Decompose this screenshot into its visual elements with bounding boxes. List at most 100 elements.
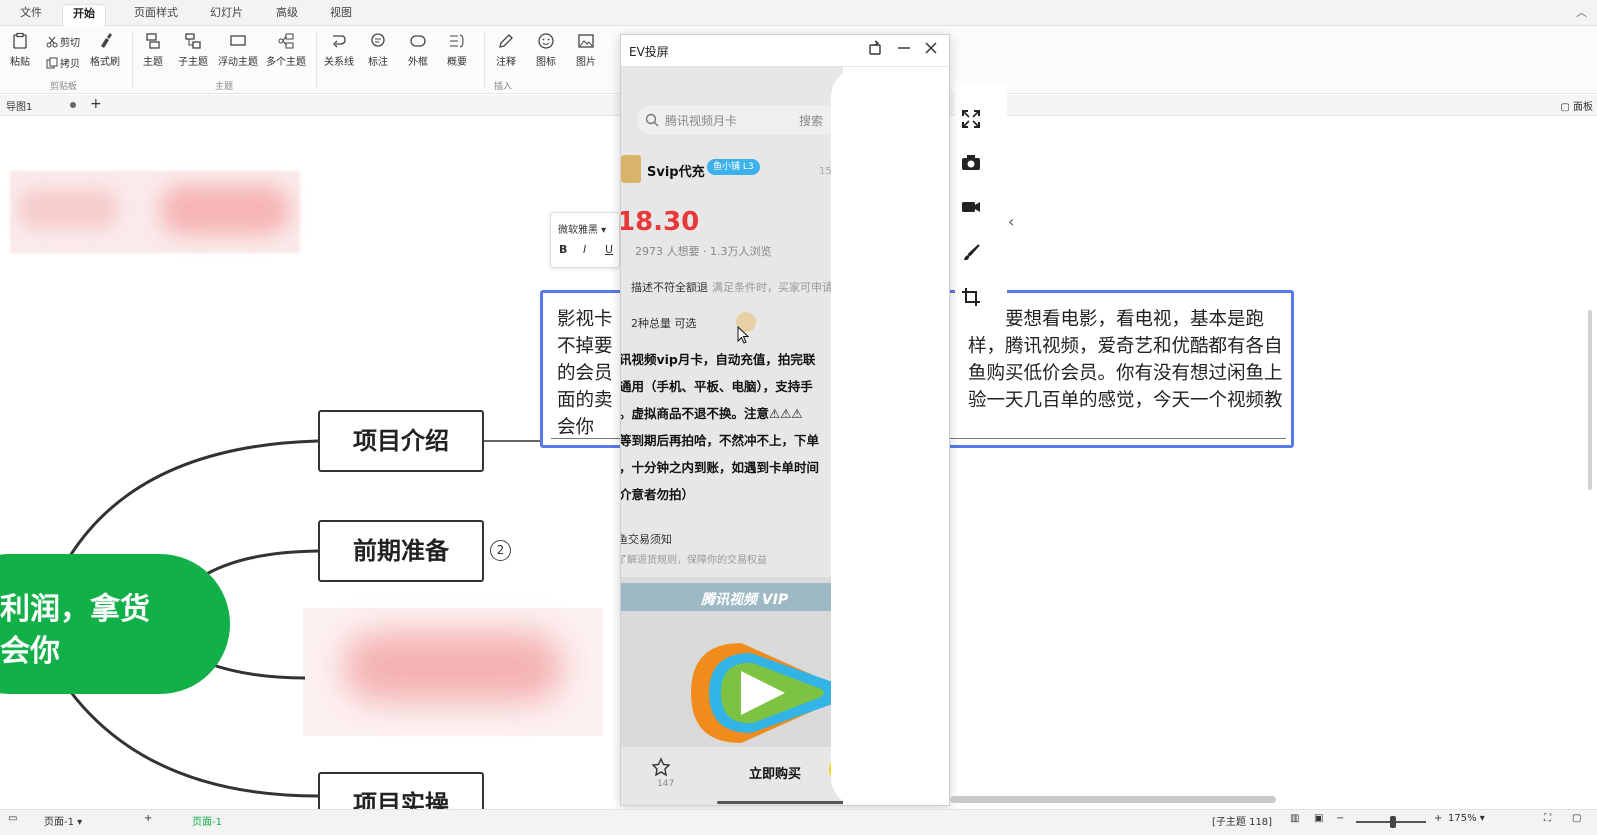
close-icon[interactable] [923,40,939,60]
item-price: 18.30 [621,207,700,237]
zoom-in-button[interactable]: + [1434,813,1442,824]
tab-view[interactable]: 视图 [320,4,362,26]
collapse-count-badge[interactable]: 2 [490,540,511,561]
buy-now-button[interactable]: 立即购买 [749,763,801,782]
rotate-icon[interactable] [867,40,883,60]
tab-start[interactable]: 开始 [62,4,106,26]
phone-screen[interactable]: 腾讯视频月卡 搜索 Svip代充 鱼小铺 L3 15分 18.30 2973 人… [621,67,843,805]
boundary-button[interactable]: 外框 [408,32,428,68]
floating-topic-icon [229,32,247,50]
home-indicator [717,801,843,804]
add-page-button[interactable]: + [144,813,152,824]
trade-notice-sub: 了解退货规则，保障你的交易权益 [621,555,767,566]
tab-file[interactable]: 文件 [10,4,52,26]
editor-text-line: 验一天几百单的感觉，今天一个视频教 [968,390,1283,411]
clipboard-icon [11,32,29,50]
star-icon[interactable] [651,757,671,781]
description-line: ，十分钟之内到账，如遇到卡单时间 [621,460,820,475]
callout-button[interactable]: 标注 [368,32,388,68]
icon-button[interactable]: 图标 [536,32,556,68]
phone-search-bar[interactable]: 腾讯视频月卡 搜索 [637,105,837,135]
ribbon-divider [484,32,485,88]
brush-icon [96,32,114,50]
tab-slides[interactable]: 幻灯片 [200,4,253,26]
item-stats: 2973 人想要 · 1.3万人浏览 [635,245,772,258]
multi-topic-icon [277,32,295,50]
app-window: 文件 开始 页面样式 幻灯片 高级 视图 ︿ 粘贴 剪切 拷贝 格式刷 剪贴板 … [0,0,1597,835]
group-label-insert: 插入 [494,82,513,92]
copy-icon [46,57,60,70]
video-camera-icon[interactable] [960,196,982,218]
tab-page-style[interactable]: 页面样式 [124,4,188,26]
italic-button[interactable]: I [583,243,586,256]
callout-icon [369,32,387,50]
ribbon-divider [132,32,133,88]
window-icon[interactable]: ▢ [1572,813,1581,824]
brush-icon[interactable] [960,242,982,264]
refund-policy[interactable]: 描述不符全额退 满足条件时，买家可申请 [631,279,833,295]
add-tab-button[interactable]: + [90,96,102,112]
smiley-icon [537,32,555,50]
topic-execution[interactable]: 项目实操 [318,772,484,809]
floating-topic-button[interactable]: 浮动主题 [218,32,258,68]
ev-titlebar: EV投屏 [621,35,949,67]
product-image[interactable]: 腾讯视频 VIP [621,577,843,747]
editor-text-line: 样，腾讯视频，爱奇艺和优酷都有各自 [968,336,1283,357]
note-button[interactable]: 注释 [496,32,516,68]
tab-advanced[interactable]: 高级 [266,4,308,26]
paste-button[interactable]: 粘贴 [10,32,30,68]
chevron-left-icon[interactable]: ‹ [1008,212,1014,231]
vertical-scrollbar[interactable] [1588,310,1592,490]
topic-button[interactable]: 主题 [143,32,163,68]
fit-page-icon[interactable]: ▣ [1314,813,1323,824]
horizontal-scrollbar[interactable] [950,796,1276,803]
page-select[interactable]: 页面-1 ▾ [44,813,82,828]
chevron-up-icon[interactable]: ︿ [1576,4,1587,20]
sidebar-toggle-icon[interactable]: ▭ [8,813,17,824]
zoom-slider-handle[interactable] [1390,816,1396,828]
description-line: 等到期后再拍哈，不然冲不上，下单 [621,433,820,448]
trade-notice-title[interactable]: 鱼交易须知 [621,531,672,547]
zoom-out-button[interactable]: − [1336,813,1344,824]
central-topic[interactable]: 利润，拿货 会你 [0,554,230,694]
options-selector[interactable]: 2种总量 可选 [631,315,697,331]
multi-topic-button[interactable]: 多个主题 [266,32,306,68]
tencent-video-logo-icon [691,643,843,743]
camera-icon[interactable] [960,152,982,174]
ribbon-tab-bar: 文件 开始 页面样式 幻灯片 高级 视图 ︿ [0,0,1597,26]
topic-project-intro[interactable]: 项目介绍 [318,410,484,472]
zoom-level[interactable]: 175% ▾ [1448,813,1485,824]
image-button[interactable]: 图片 [576,32,596,68]
panel-toggle-button[interactable]: ▢ 面板 [1560,98,1593,113]
fullscreen-icon[interactable]: ⛶ [1544,813,1551,824]
cut-button[interactable]: 剪切 [46,34,80,49]
seller-name[interactable]: Svip代充 [647,161,705,180]
seller-avatar[interactable] [621,155,641,183]
description-line: 通用（手机、平板、电脑），支持手 [621,379,813,394]
fullscreen-icon[interactable] [960,108,982,130]
relationship-button[interactable]: 关系线 [324,32,354,68]
summary-button[interactable]: 概要 [447,32,467,68]
editor-text-line: 会你 [557,417,595,438]
search-button[interactable]: 搜索 [799,112,823,129]
text-format-toolbar: 微软雅黑 ▾ B I U [550,212,620,268]
ev-window-title: EV投屏 [629,45,669,59]
view-mode-icon[interactable]: ▥ [1290,813,1299,824]
bold-button[interactable]: B [559,243,567,256]
description-line: 介意者勿拍） [621,487,695,502]
page-tab[interactable]: 页面-1 [192,813,222,828]
format-painter-button[interactable]: 格式刷 [90,32,120,68]
copy-button[interactable]: 拷贝 [46,55,80,70]
crop-icon[interactable] [960,286,982,308]
font-select[interactable]: 微软雅黑 ▾ [558,221,606,236]
topic-preparation[interactable]: 前期准备 [318,520,484,582]
summary-icon [448,32,466,50]
editor-text-line: 要想看电影，看电视，基本是跑 [1005,309,1265,330]
subtopic-button[interactable]: 子主题 [178,32,208,68]
underline-button[interactable]: U [605,243,613,256]
minimize-icon[interactable] [896,40,912,60]
ev-right-area [831,67,949,805]
document-tab[interactable]: 导图1 [6,98,32,113]
mouse-cursor-icon [737,326,749,344]
search-icon [645,113,659,127]
